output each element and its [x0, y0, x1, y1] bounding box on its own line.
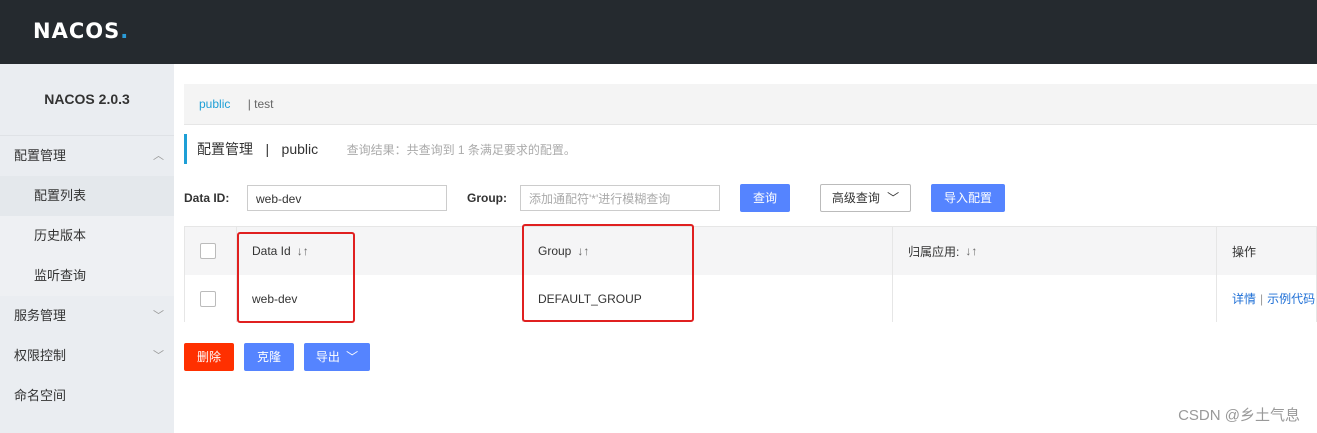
cell-data-id: web-dev — [236, 275, 522, 322]
column-group[interactable]: Group ↓↑ — [522, 227, 892, 275]
sidebar-item-listener-query[interactable]: 监听查询 — [0, 256, 174, 296]
sidebar-item-label: 服务管理 — [14, 308, 67, 323]
column-actions: 操作 — [1216, 227, 1317, 275]
namespace-test-tab[interactable]: test — [254, 97, 273, 111]
watermark: CSDN @乡土气息 — [1178, 407, 1300, 424]
nacos-logo[interactable]: NACOS. — [33, 19, 129, 43]
advanced-query-button[interactable]: 高级查询 ﹀ — [820, 184, 911, 212]
chevron-down-icon: ﹀ — [887, 191, 900, 205]
sidebar: NACOS 2.0.3 配置管理 ︿ 配置列表 历史版本 监听查询 服务管理 ﹀… — [0, 64, 174, 433]
logo-text: NACOS — [33, 19, 121, 43]
row-checkbox-cell — [185, 275, 236, 322]
column-label: 归属应用: — [908, 244, 960, 259]
page-title-text: 配置管理 — [197, 141, 253, 157]
group-input[interactable]: 添加通配符'*'进行模糊查询 — [520, 185, 720, 211]
sidebar-item-config-management[interactable]: 配置管理 ︿ — [0, 136, 174, 176]
advanced-query-label: 高级查询 — [831, 191, 880, 205]
config-table: Data Id ↓↑ Group ↓↑ 归属应用: ↓↑ 操作 web-dev … — [184, 226, 1317, 322]
clone-button[interactable]: 克隆 — [244, 343, 294, 371]
import-config-button[interactable]: 导入配置 — [931, 184, 1005, 212]
column-label: Data Id — [252, 244, 291, 258]
chevron-up-icon: ︿ — [153, 150, 164, 162]
sort-icon[interactable]: ↓↑ — [577, 244, 589, 258]
column-label: Group — [538, 244, 572, 258]
sidebar-item-label: 权限控制 — [14, 348, 67, 363]
export-label: 导出 — [315, 350, 340, 364]
cell-actions: 详情 | 示例代码 — [1216, 275, 1317, 322]
version-label: NACOS 2.0.3 — [0, 64, 174, 136]
delete-button[interactable]: 删除 — [184, 343, 234, 371]
export-button[interactable]: 导出 ﹀ — [304, 343, 370, 371]
column-data-id[interactable]: Data Id ↓↑ — [236, 227, 522, 275]
table-header: Data Id ↓↑ Group ↓↑ 归属应用: ↓↑ 操作 — [185, 227, 1316, 276]
action-separator: | — [1260, 291, 1264, 306]
sample-code-link[interactable]: 示例代码 — [1267, 290, 1315, 307]
page-title: 配置管理 | public 查询结果：共查询到 1 条满足要求的配置。 — [184, 134, 576, 164]
chevron-down-icon: ﹀ — [153, 310, 164, 322]
sidebar-item-label: 历史版本 — [34, 228, 87, 243]
row-checkbox[interactable] — [200, 290, 216, 307]
select-all-checkbox[interactable] — [200, 243, 216, 259]
page-title-namespace: public — [281, 141, 319, 157]
sort-icon[interactable]: ↓↑ — [965, 244, 977, 258]
top-bar: NACOS. — [0, 0, 1317, 64]
column-app[interactable]: 归属应用: ↓↑ — [892, 227, 1216, 275]
sidebar-item-history[interactable]: 历史版本 — [0, 216, 174, 256]
cell-app — [892, 275, 1216, 322]
cell-group: DEFAULT_GROUP — [522, 275, 892, 322]
sidebar-item-namespace[interactable]: 命名空间 — [0, 376, 174, 416]
column-label: 操作 — [1232, 244, 1257, 259]
chevron-down-icon: ﹀ — [346, 350, 359, 364]
namespace-separator: | — [247, 97, 251, 111]
detail-link[interactable]: 详情 — [1232, 290, 1256, 307]
namespace-public-tab[interactable]: public — [199, 97, 230, 111]
header-checkbox-cell — [185, 227, 236, 275]
title-separator: | — [265, 141, 270, 157]
sidebar-item-config-list[interactable]: 配置列表 — [0, 176, 174, 216]
query-result-hint: 查询结果：共查询到 1 条满足要求的配置。 — [346, 143, 576, 157]
namespace-bar: public | test — [184, 84, 1317, 125]
chevron-down-icon: ﹀ — [153, 350, 164, 362]
table-row: web-dev DEFAULT_GROUP 详情 | 示例代码 — [185, 275, 1316, 322]
sidebar-item-label: 配置列表 — [34, 188, 87, 203]
query-button[interactable]: 查询 — [740, 184, 790, 212]
sidebar-item-label: 配置管理 — [14, 148, 67, 163]
data-id-label: Data ID: — [184, 191, 230, 205]
sidebar-item-service-management[interactable]: 服务管理 ﹀ — [0, 296, 174, 336]
sort-icon[interactable]: ↓↑ — [297, 244, 309, 258]
sidebar-item-access-control[interactable]: 权限控制 ﹀ — [0, 336, 174, 376]
group-label: Group: — [467, 191, 507, 205]
sidebar-item-label: 监听查询 — [34, 268, 87, 283]
sidebar-item-label: 命名空间 — [14, 388, 67, 403]
logo-dot: . — [120, 19, 130, 43]
data-id-input[interactable]: web-dev — [247, 185, 447, 211]
